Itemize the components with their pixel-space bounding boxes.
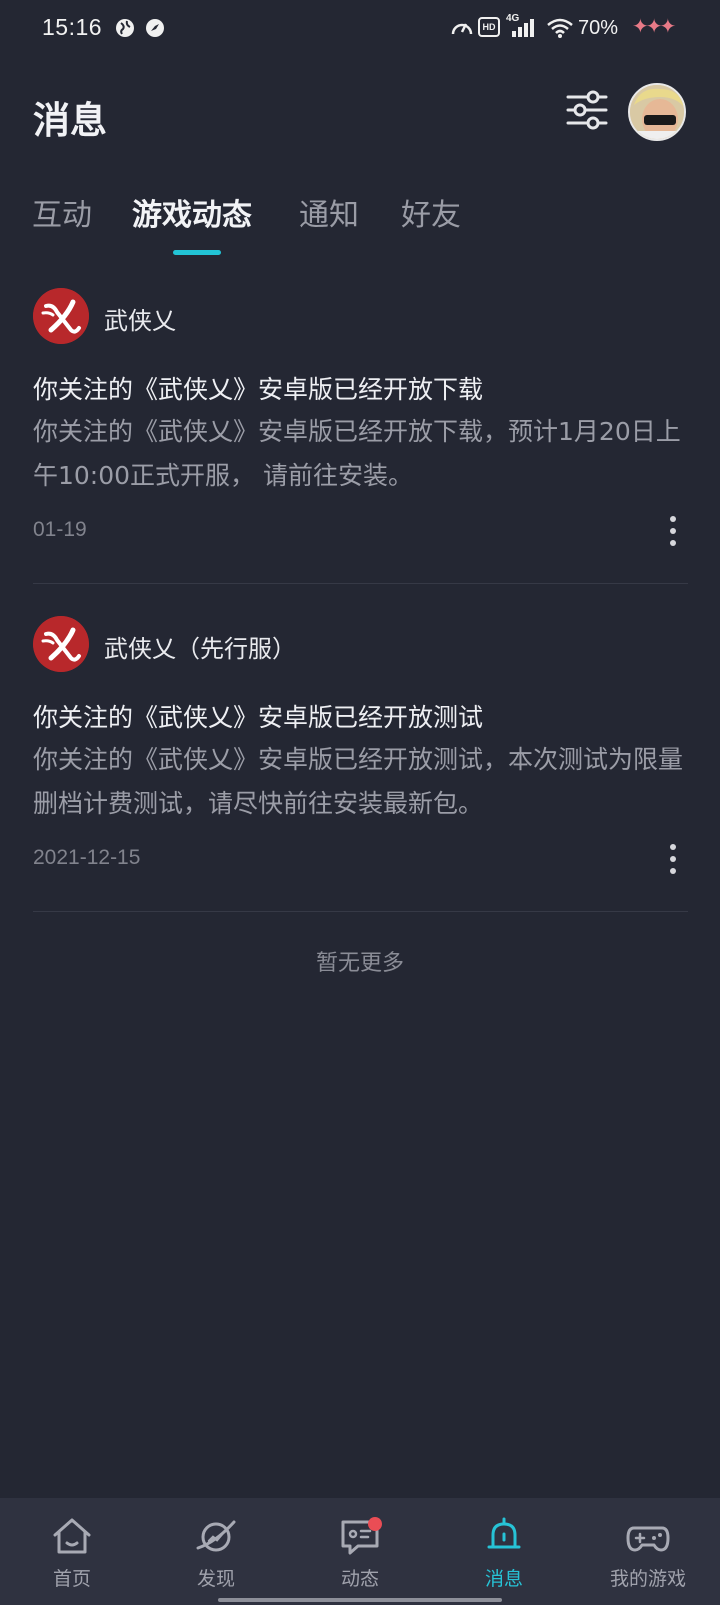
tab-friends[interactable]: 好友 [401,190,461,234]
divider [33,583,688,584]
message-title: 你关注的《武侠乂》安卓版已经开放测试 [33,703,484,732]
tab-interaction[interactable]: 互动 [32,190,92,234]
nav-label: 首页 [52,1568,91,1590]
dot-icon [670,856,676,862]
dot-icon [670,844,676,850]
gamepad-icon [626,1526,670,1552]
message-date: 01-19 [33,518,87,541]
dot-icon [670,528,676,534]
dot-icon [670,540,676,546]
signal-icon [512,19,534,37]
tab-game-news[interactable]: 游戏动态 [132,190,252,234]
active-tab-indicator [173,250,221,255]
speedometer-icon [451,23,473,35]
nav-feed[interactable]: 动态 [288,1498,432,1605]
home-icon [53,1518,91,1554]
nav-discover[interactable]: 发现 [144,1498,288,1605]
game-name: 武侠乂 [104,307,176,335]
home-indicator [218,1598,502,1602]
bottom-nav: 首页 发现 动态 消息 我的游戏 [0,1498,720,1605]
user-avatar [630,85,684,139]
nav-label: 动态 [340,1568,379,1590]
dot-icon [670,868,676,874]
status-time: 15:16 [42,14,103,40]
more-options-button[interactable] [661,514,685,548]
nav-home[interactable]: 首页 [0,1498,144,1605]
wifi-icon [547,18,573,38]
message-title: 你关注的《武侠乂》安卓版已经开放下载 [33,375,484,404]
planet-icon [196,1520,236,1552]
message-body: 你关注的《武侠乂》安卓版已经开放测试，本次测试为限量删档计费测试，请尽快前往安装… [33,745,684,818]
no-more-text: 暂无更多 [315,951,404,976]
tab-notifications[interactable]: 通知 [299,190,359,234]
nav-my-games[interactable]: 我的游戏 [576,1498,720,1605]
nav-label: 消息 [484,1568,523,1590]
globe-status-icon [116,19,134,37]
filter-button[interactable] [566,90,608,130]
page-title: 消息 [33,99,107,142]
game-logo-icon [33,288,89,344]
sparkle-icon: ✦✦✦ [632,14,676,38]
message-date: 2021-12-15 [33,846,141,869]
dot-icon [670,516,676,522]
tab-bar: 互动 游戏动态 通知 好友 [0,190,720,260]
notification-dot [368,1517,382,1531]
avatar[interactable] [628,83,686,141]
status-bar: 15:16 HD 4G 70% ✦✦✦ [0,0,720,58]
game-name: 武侠乂（先行服） [104,635,296,663]
nav-label: 我的游戏 [609,1568,686,1590]
message-card[interactable]: 武侠乂（先行服） 你关注的《武侠乂》安卓版已经开放测试 你关注的《武侠乂》安卓版… [33,616,688,898]
nav-label: 发现 [196,1568,235,1590]
more-options-button[interactable] [661,842,685,876]
bell-icon [487,1517,521,1549]
hd-badge: HD [478,17,500,37]
compass-status-icon [146,19,164,37]
sliders-icon [566,90,608,130]
nav-messages[interactable]: 消息 [432,1498,576,1605]
game-logo-icon [33,616,89,672]
battery-percent: 70% [578,17,619,39]
divider [33,911,688,912]
message-body: 你关注的《武侠乂》安卓版已经开放下载，预计1月20日上午10:00正式开服， 请… [33,417,681,490]
message-card[interactable]: 武侠乂 你关注的《武侠乂》安卓版已经开放下载 你关注的《武侠乂》安卓版已经开放下… [33,288,688,570]
